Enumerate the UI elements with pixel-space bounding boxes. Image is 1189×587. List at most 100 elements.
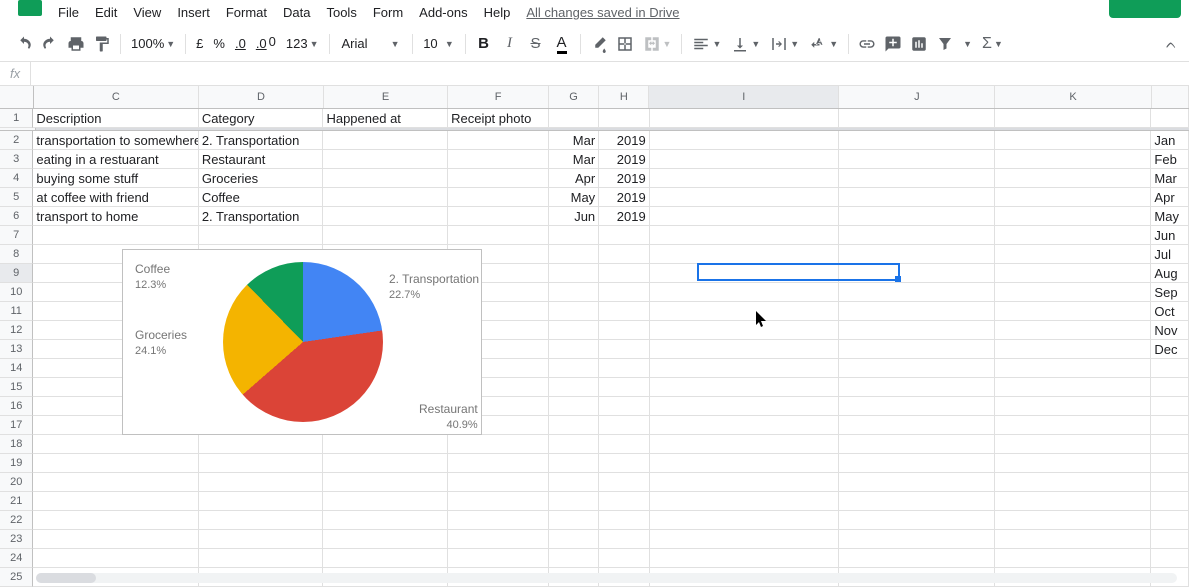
cell-C18[interactable]: [33, 435, 198, 454]
cell-C20[interactable]: [33, 473, 198, 492]
strikethrough-button[interactable]: S: [524, 32, 548, 56]
cell-L24[interactable]: [1151, 549, 1189, 568]
cell-F20[interactable]: [448, 473, 549, 492]
cell-J14[interactable]: [839, 359, 995, 378]
cell-G15[interactable]: [549, 378, 600, 397]
share-button[interactable]: [1109, 0, 1181, 18]
borders-button[interactable]: [613, 32, 637, 56]
row-header-8[interactable]: 8: [0, 245, 33, 264]
cell-G3[interactable]: Mar: [549, 150, 600, 169]
row-header-16[interactable]: 16: [0, 397, 33, 416]
cell-L11[interactable]: Oct: [1151, 302, 1189, 321]
horizontal-align-button[interactable]: ▼: [688, 35, 725, 53]
cell-F6[interactable]: [448, 207, 549, 226]
column-header-I[interactable]: I: [649, 86, 839, 108]
menu-help[interactable]: Help: [476, 1, 519, 24]
cell-J23[interactable]: [839, 530, 995, 549]
cell-J18[interactable]: [839, 435, 995, 454]
cell-H11[interactable]: [599, 302, 650, 321]
cell-G9[interactable]: [549, 264, 600, 283]
cell-I16[interactable]: [650, 397, 839, 416]
cell-H20[interactable]: [599, 473, 650, 492]
row-header-24[interactable]: 24: [0, 549, 33, 568]
cell-K16[interactable]: [995, 397, 1151, 416]
cell-K6[interactable]: [995, 207, 1151, 226]
column-header-K[interactable]: K: [995, 86, 1151, 108]
cell-D19[interactable]: [199, 454, 324, 473]
cell-H19[interactable]: [599, 454, 650, 473]
cell-D24[interactable]: [199, 549, 324, 568]
cell-C6[interactable]: transport to home: [33, 207, 198, 226]
cell-H3[interactable]: 2019: [599, 150, 650, 169]
cell-H14[interactable]: [599, 359, 650, 378]
cell-J2[interactable]: [839, 131, 995, 150]
redo-button[interactable]: [38, 32, 62, 56]
cell-I17[interactable]: [650, 416, 839, 435]
paint-format-button[interactable]: [90, 32, 114, 56]
cell-C23[interactable]: [33, 530, 198, 549]
save-status[interactable]: All changes saved in Drive: [518, 1, 687, 24]
horizontal-scrollbar[interactable]: [36, 573, 1177, 583]
pie-chart[interactable]: Coffee12.3%2. Transportation22.7%Groceri…: [122, 249, 482, 435]
fill-color-button[interactable]: [587, 32, 611, 56]
menu-edit[interactable]: Edit: [87, 1, 125, 24]
cell-I12[interactable]: [650, 321, 839, 340]
cell-J24[interactable]: [839, 549, 995, 568]
row-header-25[interactable]: 25: [0, 568, 33, 587]
cell-G17[interactable]: [549, 416, 600, 435]
cell-K4[interactable]: [995, 169, 1151, 188]
cell-C22[interactable]: [33, 511, 198, 530]
row-header-20[interactable]: 20: [0, 473, 33, 492]
print-button[interactable]: [64, 32, 88, 56]
cell-G16[interactable]: [549, 397, 600, 416]
column-header-L[interactable]: [1152, 86, 1189, 108]
cell-L22[interactable]: [1151, 511, 1189, 530]
cell-K23[interactable]: [995, 530, 1151, 549]
cell-K10[interactable]: [995, 283, 1151, 302]
cell-H2[interactable]: 2019: [599, 131, 650, 150]
cell-J20[interactable]: [839, 473, 995, 492]
cell-L8[interactable]: Jul: [1151, 245, 1189, 264]
cell-G18[interactable]: [549, 435, 600, 454]
cell-H22[interactable]: [599, 511, 650, 530]
row-header-4[interactable]: 4: [0, 169, 33, 188]
cell-I9[interactable]: [650, 264, 839, 283]
cell-H17[interactable]: [599, 416, 650, 435]
cell-L21[interactable]: [1151, 492, 1189, 511]
cell-G21[interactable]: [549, 492, 600, 511]
text-rotation-button[interactable]: ▼: [805, 35, 842, 53]
cell-F1[interactable]: Receipt photo: [448, 109, 549, 128]
cell-E18[interactable]: [323, 435, 448, 454]
cell-G4[interactable]: Apr: [549, 169, 600, 188]
column-header-H[interactable]: H: [599, 86, 649, 108]
row-header-9[interactable]: 9: [0, 264, 33, 283]
row-header-23[interactable]: 23: [0, 530, 33, 549]
column-header-F[interactable]: F: [448, 86, 548, 108]
bold-button[interactable]: B: [472, 32, 496, 56]
cell-K2[interactable]: [995, 131, 1151, 150]
cell-J6[interactable]: [839, 207, 995, 226]
cell-K3[interactable]: [995, 150, 1151, 169]
cell-J11[interactable]: [839, 302, 995, 321]
more-formats-button[interactable]: 123▼: [282, 36, 323, 51]
cell-L14[interactable]: [1151, 359, 1189, 378]
cell-F4[interactable]: [448, 169, 549, 188]
cell-G8[interactable]: [549, 245, 600, 264]
cell-K1[interactable]: [995, 109, 1151, 128]
cell-K11[interactable]: [995, 302, 1151, 321]
menu-format[interactable]: Format: [218, 1, 275, 24]
cell-C3[interactable]: eating in a restuarant: [33, 150, 198, 169]
cell-K13[interactable]: [995, 340, 1151, 359]
cell-F24[interactable]: [448, 549, 549, 568]
cell-I7[interactable]: [650, 226, 839, 245]
cell-K20[interactable]: [995, 473, 1151, 492]
cell-H24[interactable]: [599, 549, 650, 568]
row-header-22[interactable]: 22: [0, 511, 33, 530]
menu-addons[interactable]: Add-ons: [411, 1, 475, 24]
cell-C4[interactable]: buying some stuff: [33, 169, 198, 188]
cell-J17[interactable]: [839, 416, 995, 435]
cell-G7[interactable]: [549, 226, 600, 245]
cell-H4[interactable]: 2019: [599, 169, 650, 188]
cell-F2[interactable]: [448, 131, 549, 150]
cell-J1[interactable]: [839, 109, 995, 128]
